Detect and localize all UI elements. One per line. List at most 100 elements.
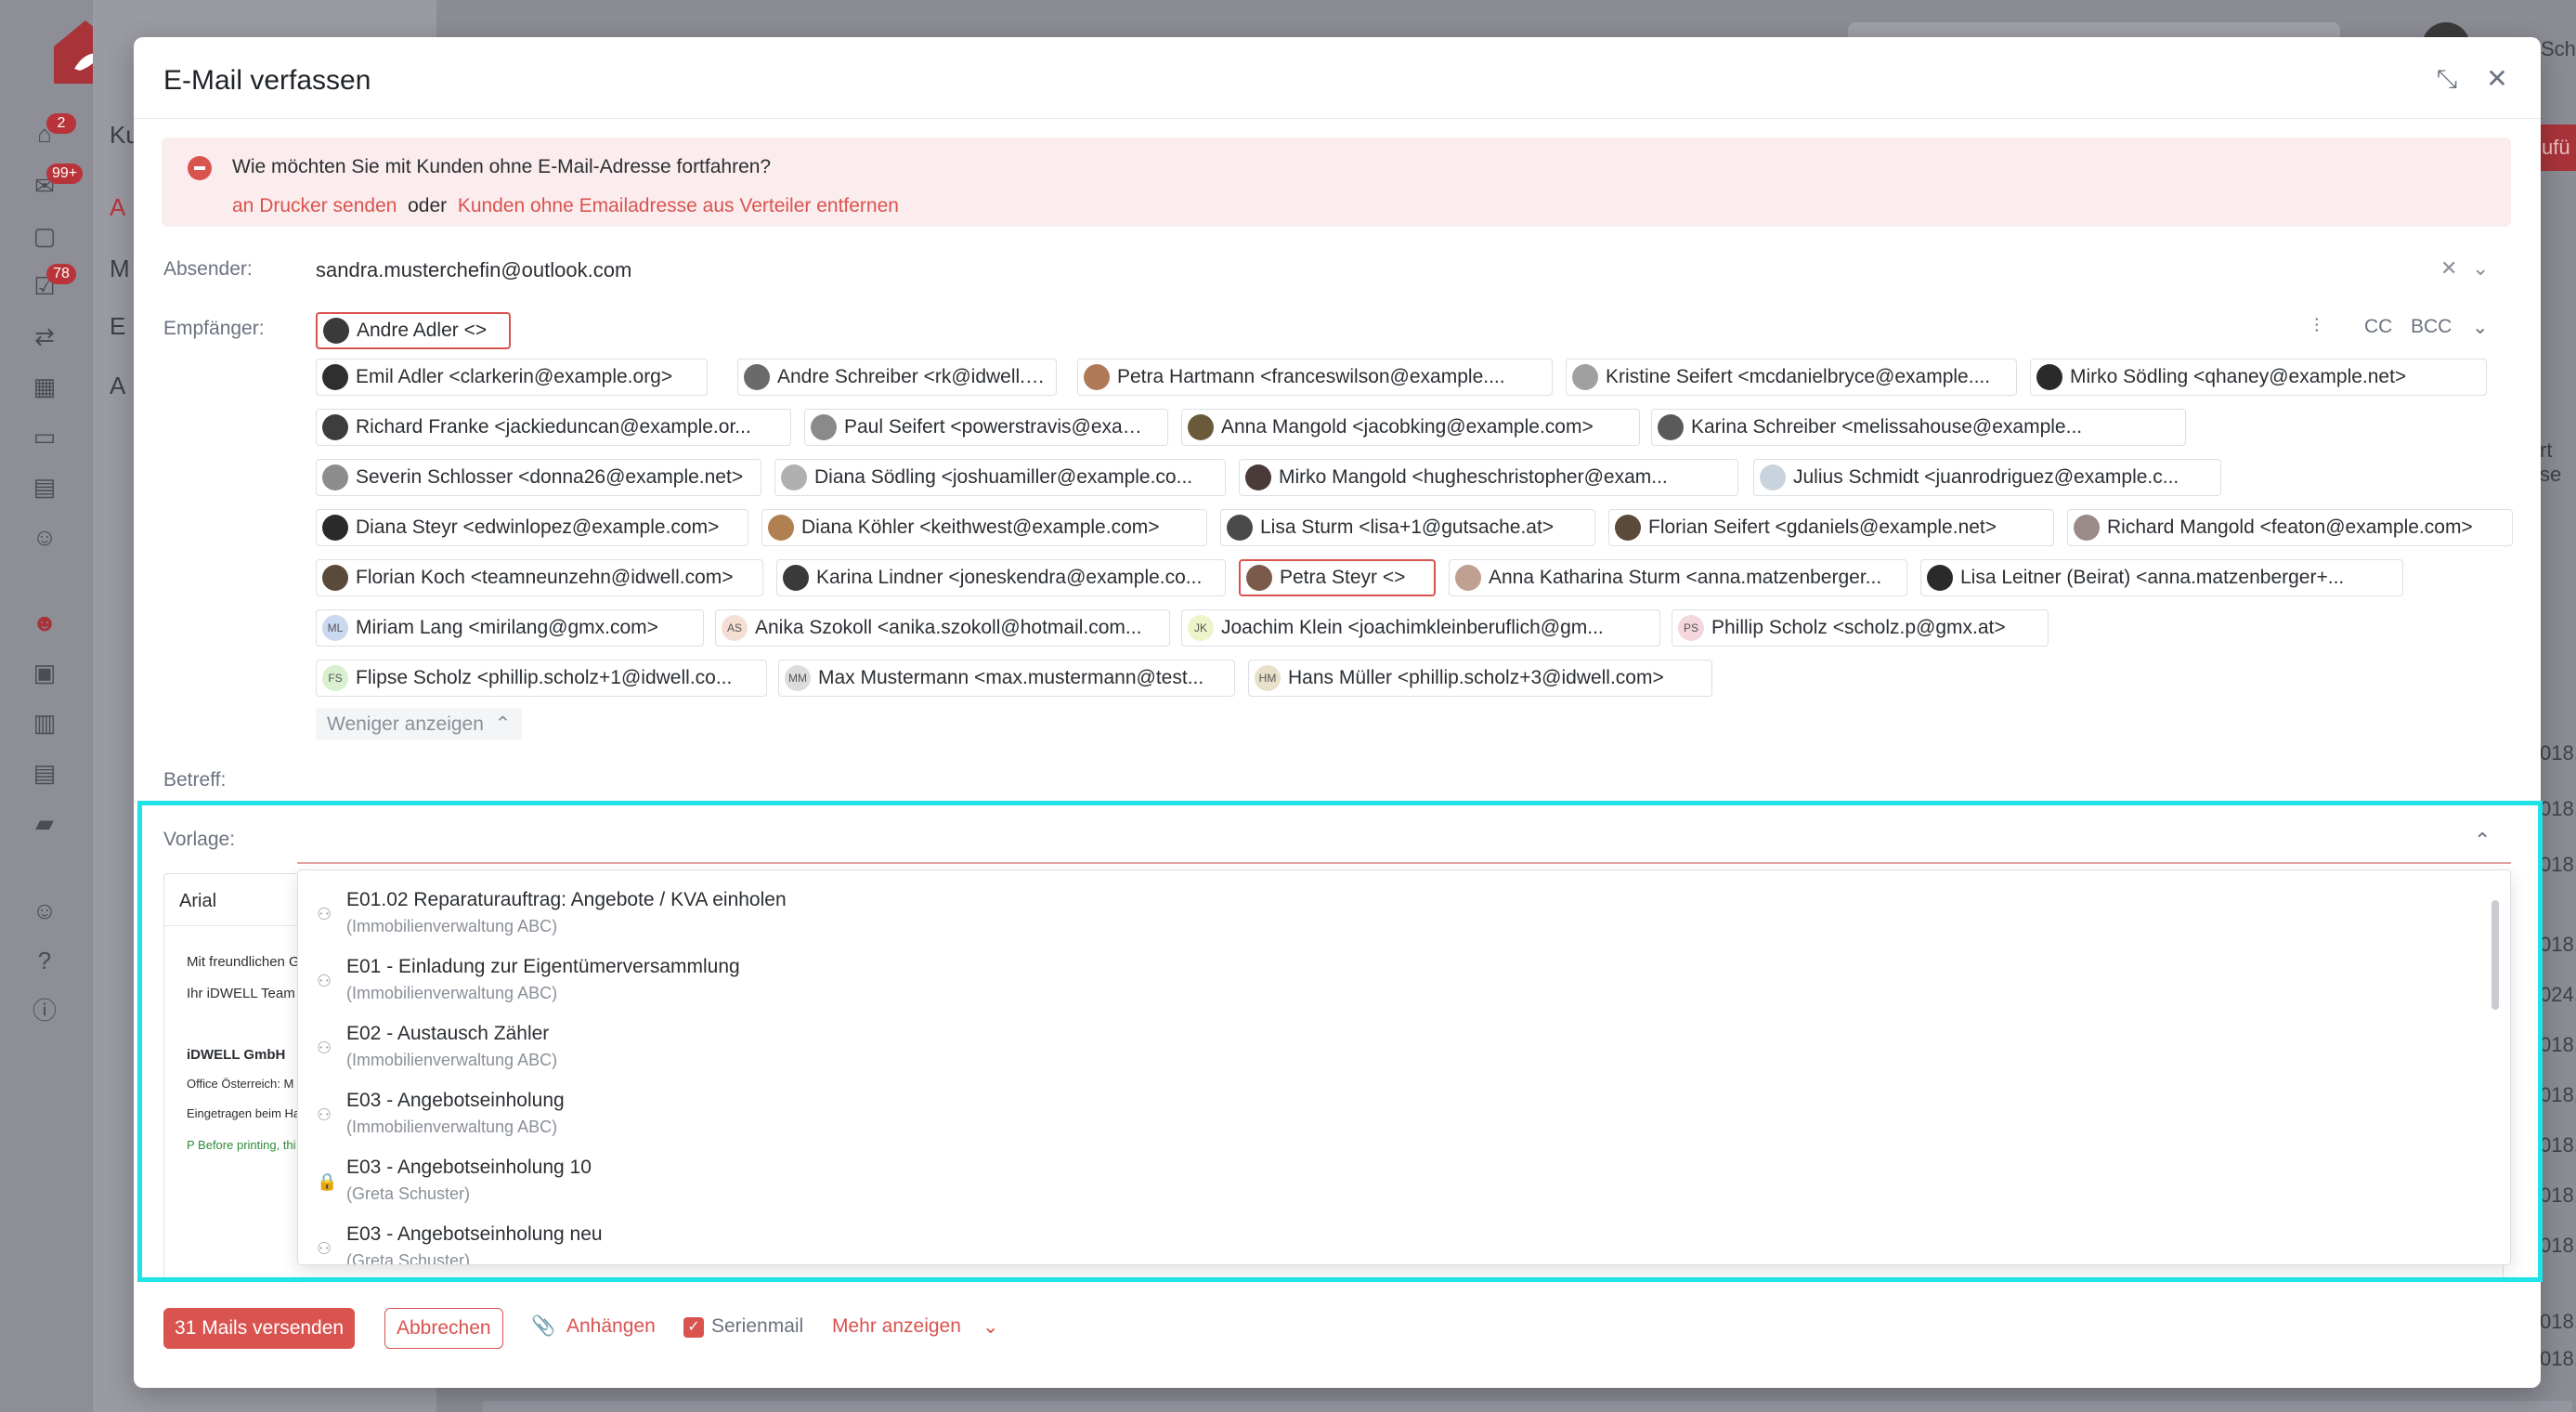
attach-button[interactable]: Anhängen xyxy=(566,1315,656,1338)
template-option[interactable]: ⚇ E03 - Angebotseinholung neu (Greta Schus… xyxy=(298,1216,2510,1264)
bg-date-text: 018, xyxy=(2540,1033,2576,1056)
alert-question: Wie möchten Sie mit Kunden ohne E-Mail-A… xyxy=(232,156,772,177)
subnav-item[interactable]: A xyxy=(110,193,125,222)
calendar-icon[interactable]: ▦ xyxy=(30,372,59,401)
transfer-icon[interactable]: ⇄ xyxy=(30,321,59,351)
recipient-chip[interactable]: Karina Schreiber <melissahouse@example..… xyxy=(1651,409,2186,446)
recipient-chip[interactable]: Diana Köhler <keithwest@example.com> xyxy=(761,509,1207,546)
recipient-chip[interactable]: Kristine Seifert <mcdanielbryce@example.… xyxy=(1566,359,2017,396)
recipient-chip[interactable]: Karina Lindner <joneskendra@example.co..… xyxy=(776,559,1226,596)
avatar xyxy=(1615,515,1641,541)
recipient-chip[interactable]: Petra Hartmann <franceswilson@example...… xyxy=(1077,359,1553,396)
nav-badge-tasks: 78 xyxy=(46,264,76,284)
users-icon[interactable]: ☺ xyxy=(30,522,59,552)
recipient-chip[interactable]: Anna Katharina Sturm <anna.matzenberger.… xyxy=(1449,559,1907,596)
bcc-toggle[interactable]: BCC xyxy=(2411,316,2452,338)
subnav-item[interactable]: A xyxy=(110,372,125,400)
recipient-chip-label: Kristine Seifert <mcdanielbryce@example.… xyxy=(1606,366,1991,387)
recipient-chip[interactable]: Paul Seifert <powerstravis@example.net> xyxy=(804,409,1168,446)
recipient-chip-label: Joachim Klein <joachimkleinberuflich@gm.… xyxy=(1221,617,1604,638)
recipient-chip[interactable]: Diana Södling <joshuamiller@example.co..… xyxy=(774,459,1226,496)
template-option[interactable]: ⚇ E03 - Angebotseinholung (Immobilienverwa… xyxy=(298,1082,2510,1142)
recipient-chip[interactable]: Petra Steyr <> xyxy=(1239,559,1436,596)
recipient-chip[interactable]: Anna Mangold <jacobking@example.com> xyxy=(1181,409,1640,446)
recipient-chip[interactable]: AS Anika Szokoll <anika.szokoll@hotmail.c… xyxy=(715,609,1170,647)
recipient-chip[interactable]: PS Phillip Scholz <scholz.p@gmx.at> xyxy=(1672,609,2049,647)
chat-icon[interactable]: ▢ xyxy=(30,221,59,251)
minimize-icon[interactable]: ⤡ xyxy=(2433,65,2461,93)
show-more-button[interactable]: Mehr anzeigen xyxy=(832,1315,961,1338)
template-option-title: E03 - Angebotseinholung xyxy=(346,1090,565,1111)
bg-date-text: 018, xyxy=(2540,1234,2576,1257)
recipient-chip[interactable]: Andre Adler <> xyxy=(316,312,511,349)
help-icon[interactable]: ? xyxy=(30,946,59,975)
recipient-chip[interactable]: MM Max Mustermann <max.mustermann@test... xyxy=(778,660,1235,697)
folder-icon[interactable]: ▭ xyxy=(30,422,59,451)
recipient-chip[interactable]: Mirko Mangold <hugheschristopher@exam... xyxy=(1239,459,1738,496)
recipient-chip[interactable]: Severin Schlosser <donna26@example.net> xyxy=(316,459,761,496)
chevron-down-icon[interactable]: ⌄ xyxy=(2472,316,2489,339)
paperclip-icon[interactable]: 📎 xyxy=(531,1315,555,1338)
signature-line: P Before printing, thi xyxy=(187,1138,296,1152)
recipient-chip[interactable]: Richard Mangold <featon@example.com> xyxy=(2067,509,2513,546)
send-to-printer-link[interactable]: an Drucker senden xyxy=(232,195,397,216)
avatar xyxy=(1227,515,1253,541)
user-settings-icon[interactable]: ☺ xyxy=(30,896,59,925)
show-less-button[interactable]: Weniger anzeigen ⌃ xyxy=(316,708,523,740)
recipient-chip-label: Mirko Mangold <hugheschristopher@exam... xyxy=(1279,466,1668,488)
send-mails-button[interactable]: 31 Mails versenden xyxy=(163,1308,356,1349)
recipient-chip[interactable]: FS Flipse Scholz <phillip.scholz+1@idwell… xyxy=(316,660,767,697)
info-icon[interactable]: ⓘ xyxy=(30,996,59,1026)
template-option[interactable]: 🔒 E03 - Angebotseinholung 10 (Greta Schust… xyxy=(298,1149,2510,1209)
nav-badge-mail: 99+ xyxy=(46,163,84,184)
person-icon[interactable]: ☻ xyxy=(30,608,59,637)
recipient-chip[interactable]: Emil Adler <clarkerin@example.org> xyxy=(316,359,708,396)
recipient-chip[interactable]: HM Hans Müller <phillip.scholz+3@idwell.c… xyxy=(1248,660,1712,697)
recipient-chip[interactable]: Florian Seifert <gdaniels@example.net> xyxy=(1608,509,2054,546)
report-icon[interactable]: ▤ xyxy=(30,758,59,788)
recipient-chip[interactable]: Andre Schreiber <rk@idwell.at> xyxy=(737,359,1057,396)
truck-icon[interactable]: ▰ xyxy=(30,808,59,838)
cc-toggle[interactable]: CC xyxy=(2364,316,2392,338)
recipient-chip-label: Hans Müller <phillip.scholz+3@idwell.com… xyxy=(1288,667,1664,688)
template-option[interactable]: ⚇ E01 - Einladung zur Eigentümerversammlu… xyxy=(298,948,2510,1008)
recipient-chip[interactable]: Diana Steyr <edwinlopez@example.com> xyxy=(316,509,748,546)
template-select[interactable] xyxy=(297,862,2511,864)
template-option[interactable]: ⚇ E02 - Austausch Zähler (Immobilienverwal… xyxy=(298,1015,2510,1075)
avatar xyxy=(783,565,809,591)
chevron-down-icon[interactable]: ⌄ xyxy=(982,1315,999,1339)
recipient-chip[interactable]: JK Joachim Klein <joachimkleinberuflich@g… xyxy=(1181,609,1660,647)
template-dropdown[interactable]: ⚇ E01.02 Reparaturauftrag: Angebote / KVA… xyxy=(297,869,2511,1265)
cancel-button[interactable]: Abbrechen xyxy=(384,1308,503,1349)
avatar: ML xyxy=(322,615,348,641)
recipient-chip[interactable]: Julius Schmidt <juanrodriguez@example.c.… xyxy=(1753,459,2221,496)
recipient-chip[interactable]: Richard Franke <jackieduncan@example.or.… xyxy=(316,409,791,446)
recipient-chip[interactable]: Florian Koch <teamneunzehn@idwell.com> xyxy=(316,559,763,596)
dropdown-scrollbar[interactable] xyxy=(2491,900,2499,1010)
chevron-up-icon[interactable]: ⌃ xyxy=(2474,829,2491,853)
recipient-chip[interactable]: Mirko Södling <qhaney@example.net> xyxy=(2030,359,2487,396)
bg-table-row xyxy=(483,1401,2572,1412)
recipient-chip-label: Anika Szokoll <anika.szokoll@hotmail.com… xyxy=(755,617,1142,638)
remove-customers-link[interactable]: Kunden ohne Emailadresse aus Verteiler e… xyxy=(458,195,899,216)
invoice-icon[interactable]: ▣ xyxy=(30,658,59,687)
subnav-item[interactable]: E xyxy=(110,312,125,341)
recipient-chip[interactable]: ML Miriam Lang <mirilang@gmx.com> xyxy=(316,609,704,647)
template-option-title: E03 - Angebotseinholung neu xyxy=(346,1223,603,1245)
building-icon[interactable]: ▥ xyxy=(30,708,59,738)
close-icon[interactable]: ✕ xyxy=(2483,65,2511,93)
chevron-down-icon[interactable]: ⌄ xyxy=(2472,256,2489,281)
recipient-chip-label: Diana Södling <joshuamiller@example.co..… xyxy=(814,466,1193,488)
sender-select[interactable]: sandra.musterchefin@outlook.com xyxy=(316,258,631,282)
serial-mail-checkbox[interactable]: ✓ xyxy=(683,1317,704,1338)
recipient-chip[interactable]: Lisa Sturm <lisa+1@gutsache.at> xyxy=(1220,509,1595,546)
clear-sender-icon[interactable]: ✕ xyxy=(2440,256,2457,281)
recipient-chip-label: Andre Adler <> xyxy=(357,320,488,341)
filter-icon[interactable]: ⫶ xyxy=(2314,316,2319,338)
recipient-chip[interactable]: Lisa Leitner (Beirat) <anna.matzenberger… xyxy=(1920,559,2403,596)
font-select[interactable]: Arial xyxy=(179,891,216,912)
template-option[interactable]: ⚇ E01.02 Reparaturauftrag: Angebote / KVA… xyxy=(298,882,2510,941)
avatar xyxy=(322,464,348,490)
document-icon[interactable]: ▤ xyxy=(30,472,59,502)
subnav-item[interactable]: M xyxy=(110,255,130,283)
